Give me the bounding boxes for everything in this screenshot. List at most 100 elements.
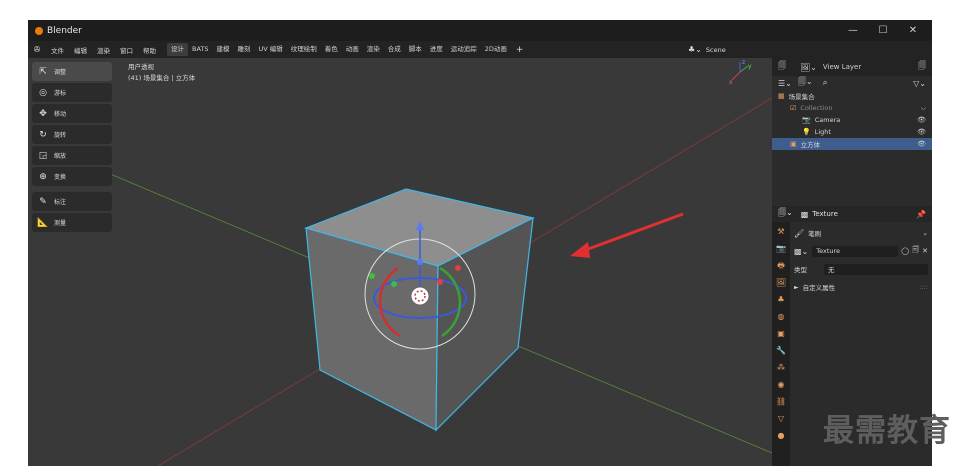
blender-menu-icon[interactable]: ✇ — [28, 45, 46, 54]
workspace-tab-1[interactable]: BATS — [188, 43, 213, 56]
tool-3[interactable]: ↻ 旋转 — [32, 125, 112, 144]
workspace-tab-9[interactable]: 合成 — [384, 43, 405, 56]
view-layer-label[interactable]: View Layer — [823, 63, 861, 71]
object-tab-icon[interactable]: ▣ — [774, 327, 788, 341]
workspace-tab-2[interactable]: 建模 — [213, 43, 234, 56]
cursor-icon: ◎ — [39, 87, 47, 98]
brush-label: 笔刷 — [808, 230, 822, 238]
tool-tab-icon[interactable]: ⚒ — [774, 225, 788, 239]
maximize-button[interactable]: ☐ — [868, 20, 898, 41]
add-workspace-button[interactable]: + — [511, 45, 529, 55]
view-layer-tab-icon[interactable]: 🖼 — [774, 276, 788, 290]
outliner-mode-icon[interactable]: ☰⌄ — [778, 79, 792, 88]
workspace-tab-13[interactable]: 2D动画 — [481, 43, 511, 56]
scene-selector[interactable]: ♣⌄ Scene — [688, 45, 726, 54]
output-tab-icon[interactable]: 🖶 — [774, 259, 788, 273]
outliner-item-label: Collection — [800, 104, 833, 112]
scene-label: Scene — [705, 45, 726, 54]
type-row: 类型 无 — [794, 262, 928, 276]
pin-icon[interactable]: 📌 — [916, 210, 926, 219]
texture-fake-user-icon[interactable]: ◯ — [901, 247, 909, 255]
filter-funnel-icon[interactable]: ▽⌄ — [913, 79, 926, 88]
workspace-tab-5[interactable]: 纹理绘制 — [287, 43, 321, 56]
scale-icon: ◲ — [38, 150, 48, 161]
brush-dropdown-icon: ⌄ — [922, 229, 928, 237]
workspace-tab-12[interactable]: 运动追踪 — [447, 43, 481, 56]
annotation-arrow-head — [570, 242, 590, 258]
outliner-row[interactable]: ▣ 立方体 👁 — [772, 138, 932, 150]
type-select[interactable]: 无 — [824, 263, 928, 275]
tool-label: 变换 — [54, 174, 67, 181]
minimize-button[interactable]: — — [838, 20, 868, 41]
menu-window[interactable]: 窗口 — [115, 45, 138, 55]
constraints-tab-icon[interactable]: ⛓ — [774, 395, 788, 409]
workspace-tab-3[interactable]: 雕刻 — [234, 43, 255, 56]
menu-help[interactable]: 帮助 — [138, 45, 161, 55]
texture-duplicate-icon[interactable]: 🗐 — [912, 246, 919, 257]
workspace-tab-10[interactable]: 脚本 — [405, 43, 426, 56]
outliner-row[interactable]: 💡 Light 👁 — [772, 126, 932, 138]
outliner-search-icon[interactable]: ⌕ — [823, 78, 828, 88]
workspace-tab-7[interactable]: 动画 — [342, 43, 363, 56]
menu-edit[interactable]: 编辑 — [69, 45, 92, 55]
tool-4[interactable]: ◲ 缩放 — [32, 146, 112, 165]
new-view-layer-icon[interactable]: 🗐 — [918, 60, 926, 74]
tool-7[interactable]: 📐 测量 — [32, 213, 112, 232]
render-tab-icon[interactable]: 📷 — [774, 242, 788, 256]
visibility-eye-icon[interactable]: 👁 — [917, 140, 926, 148]
properties-header: 🗐⌄ ▩ Texture 📌 — [772, 206, 932, 222]
outliner-filter-icon[interactable]: 🗐⌄ — [798, 76, 813, 90]
workspace-tab-4[interactable]: UV 编辑 — [255, 43, 287, 56]
editor-type-icon[interactable]: 🗐 — [778, 60, 786, 74]
modifier-tab-icon[interactable]: 🔧 — [774, 344, 788, 358]
custom-props-panel[interactable]: ► 自定义属性 :::: — [794, 280, 928, 294]
outliner-row[interactable]: ▦ 场景集合 — [772, 90, 932, 102]
tool-2[interactable]: ✥ 移动 — [32, 104, 112, 123]
measure-icon: 📐 — [37, 217, 49, 228]
scale-x-handle — [455, 265, 461, 271]
scene-tab-icon[interactable]: ♣ — [774, 293, 788, 307]
3d-cursor — [410, 286, 430, 306]
visibility-eye-icon[interactable]: ⌵ — [921, 104, 926, 113]
material-tab-icon[interactable]: ● — [774, 429, 788, 443]
physics-tab-icon[interactable]: ◉ — [774, 378, 788, 392]
particles-tab-icon[interactable]: ⁂ — [774, 361, 788, 375]
texture-unlink-icon[interactable]: ✕ — [922, 247, 928, 255]
close-button[interactable]: ✕ — [898, 20, 928, 41]
tool-6[interactable]: ✎ 标注 — [32, 192, 112, 211]
annotation-arrow-line — [579, 212, 684, 254]
outliner-row[interactable]: 📷 Camera 👁 — [772, 114, 932, 126]
nav-x-label: x — [729, 79, 733, 86]
visibility-eye-icon[interactable]: 👁 — [917, 116, 926, 124]
texture-browse-icon[interactable]: ▩⌄ — [794, 247, 808, 256]
visibility-eye-icon[interactable]: 👁 — [917, 128, 926, 136]
data-tab-icon[interactable]: ▽ — [774, 412, 788, 426]
outliner-item-icon: 📷 — [802, 116, 811, 124]
workspace-tab-6[interactable]: 着色 — [321, 43, 342, 56]
outliner-row[interactable]: ☑ Collection ⌵ — [772, 102, 932, 114]
workspace-tab-11[interactable]: 进度 — [426, 43, 447, 56]
nav-x-line — [731, 71, 741, 81]
texture-name-field[interactable]: Texture — [812, 245, 899, 257]
workspace-tab-8[interactable]: 渲染 — [363, 43, 384, 56]
properties-type-icon[interactable]: 🗐⌄ — [778, 207, 793, 221]
menu-file[interactable]: 文件 — [46, 45, 69, 55]
menu-render[interactable]: 渲染 — [92, 45, 115, 55]
view-name: 用户透视 — [128, 63, 154, 71]
outliner-tree: ▦ 场景集合 ☑ Collection ⌵ 📷 Camera 👁 💡 Light 👁 ▣ 立方体 👁 — [772, 90, 932, 150]
tool-5[interactable]: ⊕ 变换 — [32, 167, 112, 186]
world-tab-icon[interactable]: ◍ — [774, 310, 788, 324]
view-layer-icon[interactable]: 🖼⌄ — [800, 63, 817, 72]
outliner: ☰⌄ 🗐⌄ ⌕ ▽⌄ ▦ 场景集合 ☑ Collection ⌵ 📷 Camera 👁 💡 Lig… — [772, 76, 932, 206]
workspace-tab-0[interactable]: 设计 — [167, 43, 188, 56]
3d-viewport[interactable]: x y z 用户透视 (41) 场景集合 | 立方体 ⇱ 调整 ◎ 游标 ✥ 移动 ↻ 旋转 ◲… — [28, 58, 772, 466]
tool-1[interactable]: ◎ 游标 — [32, 83, 112, 102]
brush-row[interactable]: 🖌 笔刷 ⌄ — [794, 226, 928, 240]
scale-z-handle — [417, 259, 423, 265]
texture-icon: ▩ — [800, 209, 809, 219]
outliner-item-icon: ☑ — [790, 104, 797, 112]
view-context: (41) 场景集合 | 立方体 — [128, 74, 196, 82]
drag-handle-icon[interactable]: :::: — [919, 283, 928, 291]
move-icon: ✥ — [39, 108, 47, 119]
tool-0[interactable]: ⇱ 调整 — [32, 62, 112, 81]
